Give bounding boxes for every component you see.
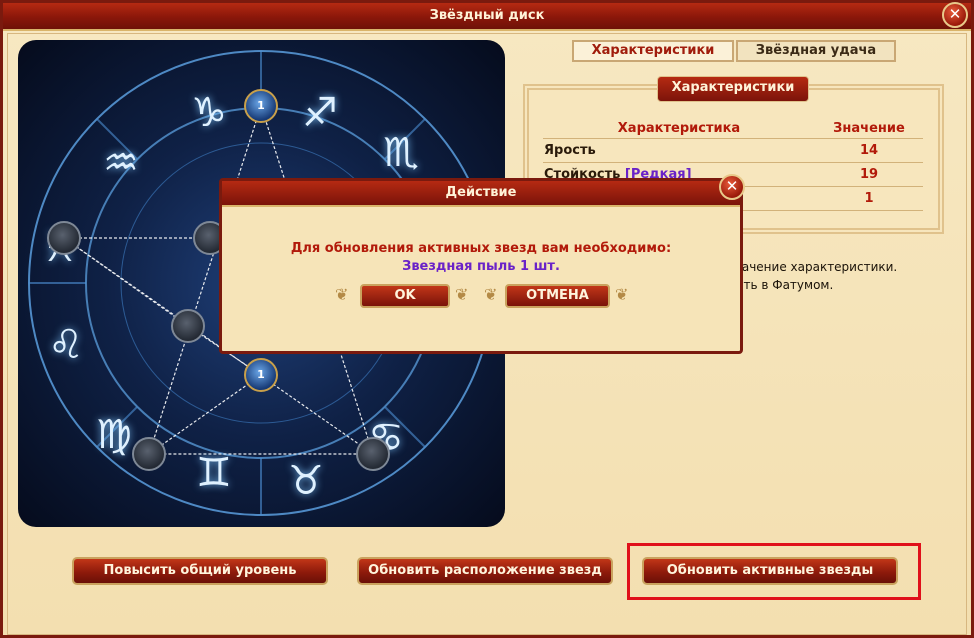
stat-name: Ярость xyxy=(543,138,815,163)
star-node[interactable]: 1 xyxy=(244,358,278,392)
action-dialog: Действие Для обновления активных звезд в… xyxy=(219,178,743,354)
highlight-frame xyxy=(627,543,921,600)
sagittarius-icon: ♐ xyxy=(302,90,338,136)
virgo-icon: ♍ xyxy=(96,412,132,458)
dialog-title: Действие xyxy=(222,181,740,207)
cancel-button[interactable]: ОТМЕНА xyxy=(505,284,610,308)
star-node[interactable] xyxy=(356,437,390,471)
table-row: Ярость 14 xyxy=(543,138,923,163)
stats-header: Характеристики xyxy=(657,76,809,102)
table-header-row: Характеристика Значение xyxy=(543,118,923,139)
tab-star-luck[interactable]: Звёздная удача xyxy=(736,40,896,62)
ornament-icon: ❦ xyxy=(615,285,629,304)
star-node[interactable] xyxy=(132,437,166,471)
column-header-value: Значение xyxy=(815,118,923,139)
tab-characteristics[interactable]: Характеристики xyxy=(572,40,734,62)
ornament-icon: ❦ xyxy=(455,285,469,304)
star-node[interactable] xyxy=(47,221,81,255)
dialog-requirement: Звездная пыль 1 шт. xyxy=(222,259,740,274)
stat-value: 14 xyxy=(815,138,923,163)
leo-icon: ♌ xyxy=(48,322,84,368)
aquarius-icon: ♒ xyxy=(103,140,139,186)
stat-value: 19 xyxy=(815,162,923,187)
required-item: Звездная пыль xyxy=(402,259,516,274)
required-amount: 1 шт. xyxy=(515,259,560,274)
ok-button[interactable]: OK xyxy=(360,284,450,308)
ornament-icon: ❦ xyxy=(335,285,349,304)
gemini-icon: ♊ xyxy=(196,450,232,496)
star-node[interactable] xyxy=(171,309,205,343)
dialog-message: Для обновления активных звезд вам необхо… xyxy=(290,241,672,256)
taurus-icon: ♉ xyxy=(288,458,324,504)
stat-value: 1 xyxy=(815,186,923,211)
dialog-close-button[interactable]: ✕ xyxy=(719,174,745,200)
capricorn-icon: ♑ xyxy=(191,90,227,136)
update-layout-button[interactable]: Обновить расположение звезд xyxy=(357,557,613,585)
window-title: Звёздный диск xyxy=(3,3,971,31)
stats-description: начение характеристики. ыть в Фатумом. xyxy=(734,258,954,294)
description-line: начение характеристики. xyxy=(734,260,898,274)
stat-name-text: Ярость xyxy=(544,143,596,158)
window-close-button[interactable]: ✕ xyxy=(942,2,968,28)
scorpio-icon: ♏ xyxy=(383,130,419,176)
description-line: ыть в Фатумом. xyxy=(734,278,834,292)
ornament-icon: ❦ xyxy=(484,285,498,304)
raise-level-button[interactable]: Повысить общий уровень xyxy=(72,557,328,585)
star-node[interactable]: 1 xyxy=(244,89,278,123)
column-header-characteristic: Характеристика xyxy=(543,118,815,139)
